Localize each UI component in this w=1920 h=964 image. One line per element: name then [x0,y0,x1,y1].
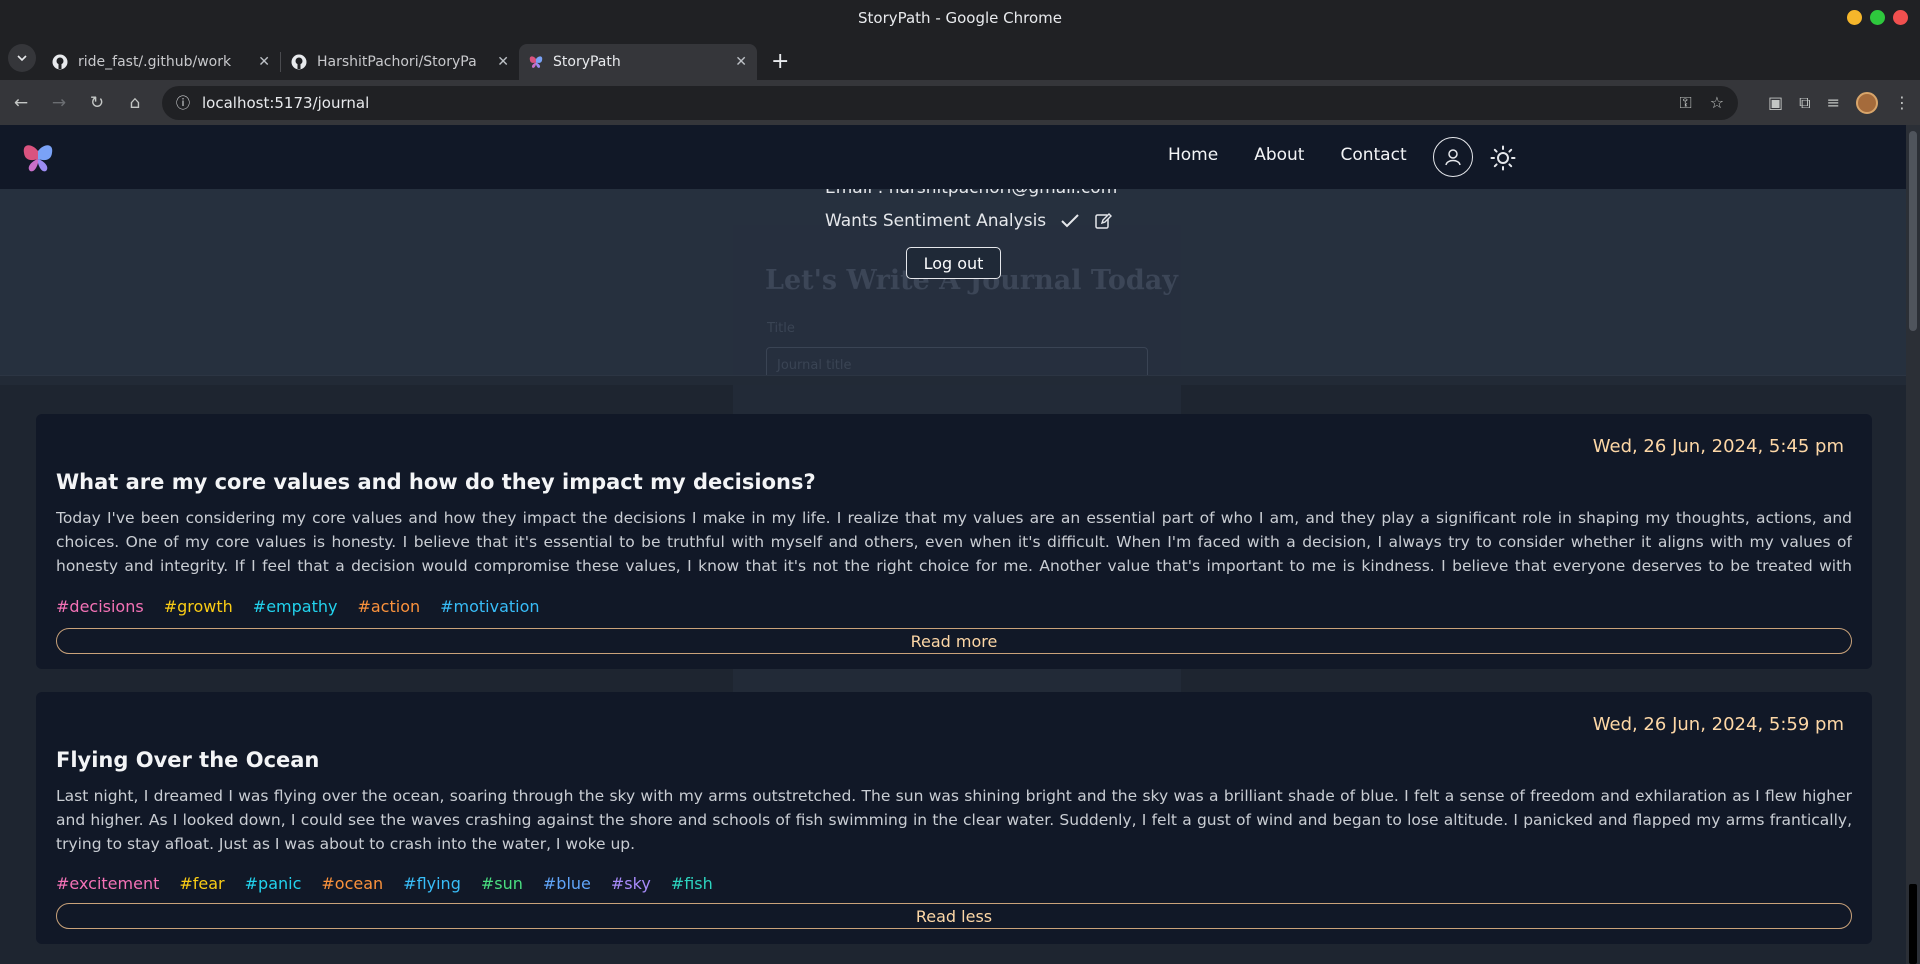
tag[interactable]: #sun [481,874,523,893]
title-label: Title [767,321,795,336]
journal-body: Today I've been considering my core valu… [56,509,1852,575]
tab-label: ride_fast/.github/work [78,54,232,70]
reload-icon[interactable]: ↻ [86,93,108,113]
read-more-button[interactable]: Read more [56,628,1852,654]
read-less-button[interactable]: Read less [56,903,1852,929]
journal-tags: #decisions #growth #empathy #action #mot… [56,597,540,616]
journal-date: Wed, 26 Jun, 2024, 5:45 pm [1592,436,1844,457]
maximize-button[interactable] [1870,10,1885,25]
journal-date: Wed, 26 Jun, 2024, 5:59 pm [1592,714,1844,735]
bookmark-star-icon[interactable]: ☆ [1710,93,1724,113]
tab-github-storypath[interactable]: HarshitPachori/StoryPa ✕ [281,44,519,80]
journal-title: What are my core values and how do they … [56,470,816,494]
tag[interactable]: #fear [179,874,224,893]
tag[interactable]: #panic [245,874,302,893]
scrollbar-thumb[interactable] [1909,131,1917,331]
address-bar[interactable]: ⓘ localhost:5173/journal ⚿ ☆ [162,85,1739,120]
new-tab-button[interactable]: + [771,49,789,74]
tab-github-workflow[interactable]: ride_fast/.github/work ✕ [42,44,280,80]
tag[interactable]: #fish [671,874,713,893]
browser-toolbar: ← → ↻ ⌂ ⓘ localhost:5173/journal ⚿ ☆ ▣ ⧉… [0,80,1920,125]
tab-strip: ride_fast/.github/work ✕ HarshitPachori/… [0,36,1920,80]
tab-search-button[interactable] [8,44,36,72]
journal-card: Wed, 26 Jun, 2024, 5:59 pm Flying Over t… [36,692,1872,944]
url-text: localhost:5173/journal [202,93,370,112]
nav-links: Home About Contact [1168,145,1407,165]
page-scrollbar[interactable] [1906,125,1920,964]
nav-contact-link[interactable]: Contact [1340,145,1406,165]
close-window-button[interactable] [1893,10,1908,25]
journal-card: Wed, 26 Jun, 2024, 5:45 pm What are my c… [36,414,1872,669]
github-icon [291,54,307,70]
menu-icon[interactable]: ⋮ [1894,93,1910,112]
butterfly-logo-icon[interactable] [22,143,54,173]
profile-avatar[interactable] [1856,91,1878,114]
close-tab-icon[interactable]: ✕ [258,54,270,70]
key-icon[interactable]: ⚿ [1680,93,1692,113]
page-viewport: Let's Write A Journal Today Title Journa… [0,125,1906,964]
tag[interactable]: #excitement [56,874,159,893]
cast-icon[interactable]: ▣ [1768,93,1783,112]
edit-icon[interactable] [1094,212,1113,230]
tag[interactable]: #action [357,597,420,616]
user-profile-button[interactable] [1433,137,1473,177]
tab-label: HarshitPachori/StoryPa [317,54,477,70]
close-tab-icon[interactable]: ✕ [497,54,509,70]
window-title: StoryPath - Google Chrome [857,9,1063,27]
journal-title: Flying Over the Ocean [56,748,320,772]
chevron-down-icon [17,55,27,62]
journal-body: Last night, I dreamed I was flying over … [56,787,1852,853]
tag[interactable]: #motivation [440,597,539,616]
tag[interactable]: #sky [611,874,651,893]
extensions-icon[interactable]: ⧉ [1799,93,1810,113]
tag[interactable]: #growth [164,597,233,616]
scrollbar-end [1909,884,1917,964]
tag[interactable]: #empathy [253,597,338,616]
butterfly-icon [529,56,543,68]
tag[interactable]: #blue [543,874,591,893]
tab-storypath[interactable]: StoryPath ✕ [519,44,757,80]
logout-button[interactable]: Log out [906,247,1001,279]
minimize-button[interactable] [1847,10,1862,25]
sun-icon[interactable] [1490,145,1516,171]
forward-icon[interactable]: → [48,93,70,113]
check-icon [1061,214,1079,228]
section-divider [0,375,1906,385]
tab-label: StoryPath [553,54,621,70]
tag[interactable]: #ocean [321,874,383,893]
window-titlebar: StoryPath - Google Chrome [0,0,1920,36]
window-controls [1847,10,1908,25]
tag[interactable]: #flying [403,874,461,893]
close-tab-icon[interactable]: ✕ [735,54,747,70]
sentiment-label: Wants Sentiment Analysis [825,211,1047,231]
back-icon[interactable]: ← [10,93,32,113]
site-navbar: Home About Contact [0,125,1906,189]
media-icon[interactable]: ≡ [1827,93,1840,112]
home-icon[interactable]: ⌂ [124,93,146,113]
nav-about-link[interactable]: About [1254,145,1304,165]
tag[interactable]: #decisions [56,597,144,616]
github-icon [52,54,68,70]
journal-tags: #excitement #fear #panic #ocean #flying … [56,874,713,893]
sentiment-setting-row: Wants Sentiment Analysis [825,211,1113,231]
user-icon [1445,149,1461,166]
site-info-icon[interactable]: ⓘ [176,93,190,113]
nav-home-link[interactable]: Home [1168,145,1218,165]
